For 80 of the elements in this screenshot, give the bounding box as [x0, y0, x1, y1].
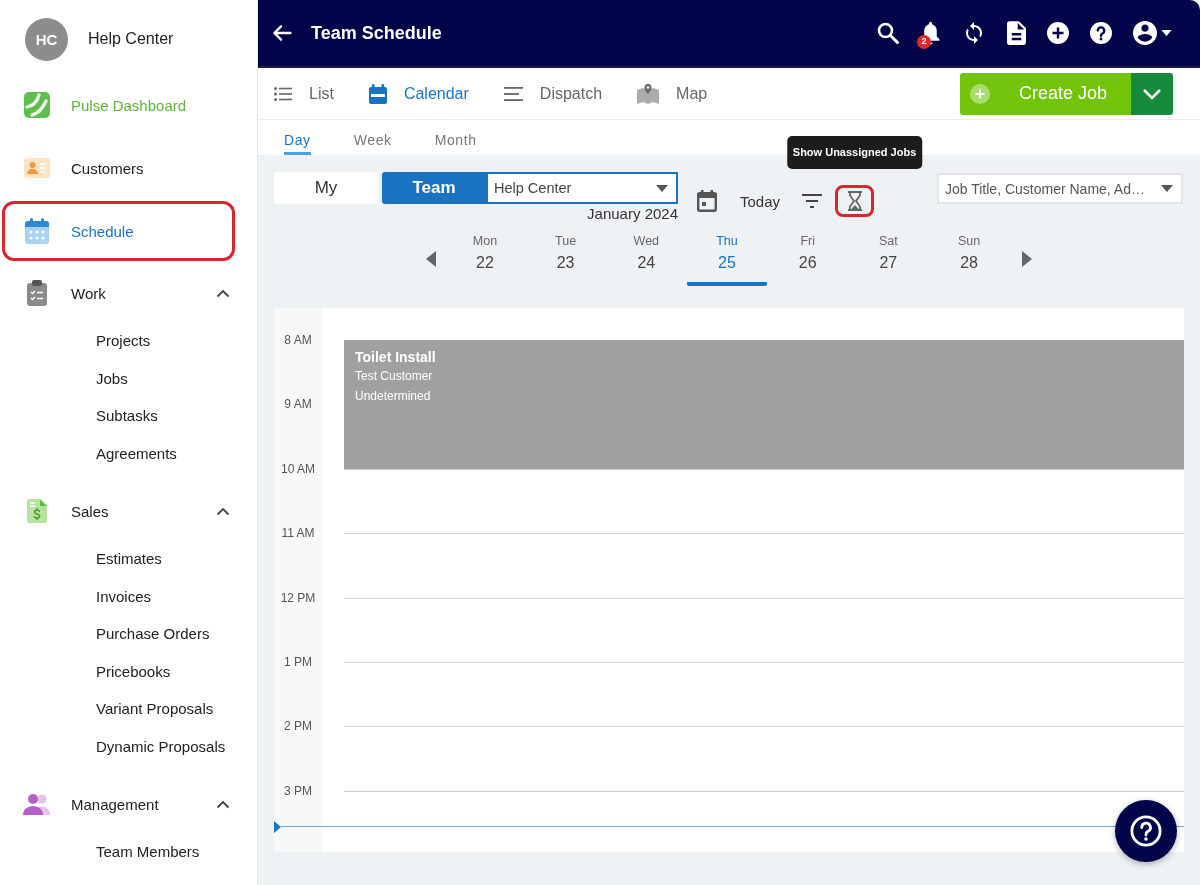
- search-icon[interactable]: [877, 22, 899, 44]
- people-icon: [23, 793, 51, 815]
- hourglass-icon: [846, 191, 863, 211]
- notification-badge: 2: [917, 34, 931, 49]
- prev-arrow-icon[interactable]: [425, 251, 436, 267]
- nav-subitem[interactable]: Purchase Orders: [96, 615, 210, 653]
- document-icon[interactable]: [1007, 21, 1026, 45]
- view-tab[interactable]: List: [274, 73, 334, 114]
- caret-icon[interactable]: [1161, 30, 1172, 36]
- time-label: 12 PM: [280, 589, 316, 606]
- nav-subitem[interactable]: Team Members: [96, 833, 200, 871]
- team-select[interactable]: Help Center: [486, 172, 678, 204]
- range-tab[interactable]: Week: [353, 120, 392, 155]
- help-icon[interactable]: [1090, 22, 1112, 44]
- calendar-icon: [368, 83, 387, 104]
- date-tab[interactable]: Sun 28: [928, 232, 1010, 286]
- plus-circle-icon[interactable]: [1047, 22, 1069, 44]
- search-field[interactable]: Job Title, Customer Name, Ad…: [937, 173, 1183, 204]
- unassigned-jobs-button[interactable]: [835, 185, 875, 217]
- scope-toggle[interactable]: My: [274, 172, 378, 204]
- create-options-button[interactable]: [1131, 72, 1173, 115]
- nav-subitem[interactable]: Subtasks: [96, 397, 158, 435]
- nav-item[interactable]: Customers: [2, 138, 235, 198]
- help-icon: [1130, 815, 1162, 847]
- date-tab[interactable]: Mon 22: [444, 232, 526, 286]
- striped-logo-icon: [24, 92, 50, 118]
- tooltip: Show Unassigned Jobs: [786, 136, 923, 169]
- nav-subitem[interactable]: Variant Proposals: [96, 690, 214, 728]
- page-title: Team Schedule: [311, 22, 442, 44]
- date-tab[interactable]: Tue 23: [525, 232, 606, 286]
- time-label: 8 AM: [284, 332, 312, 348]
- filter-icon[interactable]: [802, 194, 823, 208]
- view-tab[interactable]: Calendar: [368, 73, 469, 114]
- calendar-icon: [25, 218, 49, 244]
- back-arrow-icon[interactable]: [272, 24, 292, 42]
- nav-item[interactable]: Sales: [2, 482, 235, 540]
- contact-card-icon: [24, 158, 50, 178]
- dollar-document-icon: [27, 499, 47, 523]
- time-marker-icon: [274, 820, 281, 833]
- event-title: Toilet Install: [355, 348, 437, 366]
- clipboard-icon: [27, 280, 47, 306]
- month-label: January 2024: [587, 205, 678, 223]
- time-label: 9 AM: [284, 396, 312, 413]
- nav-item[interactable]: Work: [2, 264, 235, 322]
- time-label: 11 AM: [281, 525, 315, 542]
- account-name: Help Center: [88, 30, 174, 48]
- time-label: 3 PM: [284, 782, 312, 799]
- nav-subitem[interactable]: Pricebooks: [96, 652, 171, 690]
- nav-subitem[interactable]: Dynamic Proposals: [96, 727, 226, 765]
- caret-icon: [1161, 185, 1173, 192]
- date-tab[interactable]: Wed 24: [605, 232, 687, 286]
- calendar-icon[interactable]: [697, 190, 717, 212]
- nav-item[interactable]: Management: [2, 775, 235, 833]
- account-icon[interactable]: [1133, 21, 1157, 45]
- map-icon: [637, 83, 660, 104]
- caret-icon: [656, 184, 668, 192]
- view-tab[interactable]: Map: [637, 73, 708, 114]
- nav-subitem[interactable]: Agreements: [96, 434, 177, 472]
- nav-subitem[interactable]: Estimates: [96, 540, 162, 578]
- next-arrow-icon[interactable]: [1022, 251, 1033, 267]
- time-label: 1 PM: [284, 653, 312, 670]
- range-tab[interactable]: Month: [434, 120, 477, 155]
- nav-item[interactable]: Schedule: [2, 201, 235, 261]
- plus-circle-icon: [970, 83, 990, 104]
- date-tab[interactable]: Fri 26: [767, 232, 849, 286]
- scope-toggle[interactable]: Team: [382, 172, 486, 204]
- nav-subitem[interactable]: Jobs: [96, 359, 128, 397]
- date-tab[interactable]: Thu 25: [686, 232, 768, 286]
- time-label: 10 AM: [281, 460, 315, 477]
- date-tab[interactable]: Sat 27: [848, 232, 929, 286]
- nav-subitem[interactable]: Invoices: [96, 577, 152, 615]
- today-button[interactable]: Today: [740, 192, 781, 210]
- event-status: Undetermined: [355, 388, 432, 405]
- event-customer: Test Customer: [355, 368, 434, 385]
- nav-subitem[interactable]: Projects: [96, 322, 151, 360]
- chevron-down-icon: [1142, 87, 1162, 100]
- view-tab[interactable]: Dispatch: [503, 73, 603, 114]
- lines-icon: [503, 86, 523, 101]
- list-icon: [274, 86, 292, 101]
- time-label: 2 PM: [284, 718, 312, 735]
